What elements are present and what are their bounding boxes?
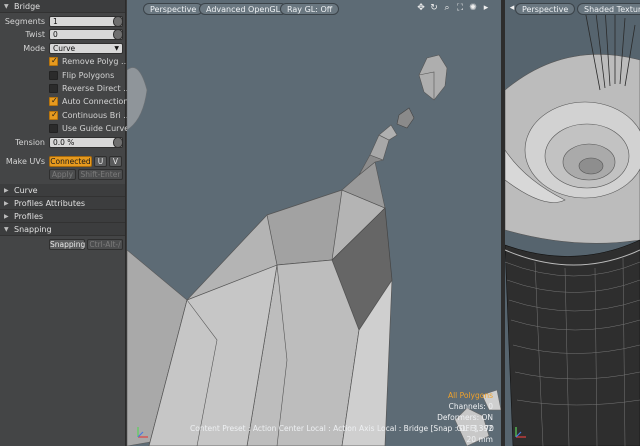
zoom-icon[interactable]: ⌕ [442,3,452,13]
reverse-direction-label: Reverse Direct ... [62,83,131,93]
twist-row: Twist 0 [0,28,125,41]
check-row-continuous-bridge: Continuous Bri ... [0,109,131,122]
check-row-remove-polygons: Remove Polyg ... [0,55,129,68]
use-guide-curve-label: Use Guide Curve [62,124,130,134]
v-button[interactable]: V [109,155,122,167]
shaded-texture-viewport[interactable]: ◂ Perspective Shaded Texture [505,0,640,446]
remove-polygons-checkbox[interactable] [49,56,58,67]
tension-row: Tension 0.0 % [0,136,125,149]
profiles-section-label: Profiles [14,211,44,221]
mode-select[interactable]: Curve ▼ [49,42,123,54]
collapse-triangle-icon: ▼ [4,225,9,233]
status-line: Content Preset : Action Center Local : A… [190,424,494,433]
viewport2-toolbar: ◂ Perspective Shaded Texture [505,0,640,18]
tab-advanced-opengl[interactable]: Advanced OpenGL [199,3,288,15]
check-row-reverse-direction: Reverse Direct ... [0,82,131,95]
segments-slider-knob[interactable] [113,16,123,27]
apply-button[interactable]: Apply [49,169,76,181]
twist-slider-knob[interactable] [113,29,123,41]
remove-polygons-label: Remove Polyg ... [62,57,129,67]
bridge-header-label: Bridge [14,2,41,11]
flip-polygons-label: Flip Polygons [62,70,115,80]
section-profiles-attributes[interactable]: ▶ Profiles Attributes [0,196,125,210]
collapse-triangle-icon: ▼ [4,3,9,10]
tension-slider-knob[interactable] [113,136,123,148]
section-snapping[interactable]: ▼ Snapping [0,222,125,236]
perspective-viewport[interactable]: Perspective Advanced OpenGL Ray GL: Off … [127,0,501,446]
settings-icon[interactable]: ✺ [468,3,478,13]
snapping-button[interactable]: Snapping [49,238,85,250]
reverse-direction-checkbox[interactable] [49,83,58,93]
apply-row: Apply Shift-Enter [0,168,125,181]
apply-shortcut: Shift-Enter [78,169,123,181]
axis-gizmo-icon [137,427,148,438]
mode-label: Mode [23,43,45,53]
viewport-3d-mesh [127,54,501,446]
tension-field[interactable]: 0.0 % [49,136,123,148]
fit-icon[interactable]: ⛶ [455,3,465,13]
segments-field[interactable]: 1 [49,16,123,27]
snapping-shortcut: Ctrl-Alt-/ [87,238,123,250]
auto-connection-checkbox[interactable] [49,96,58,107]
tension-value: 0.0 % [53,137,75,147]
segments-value: 1 [53,17,58,26]
expand-triangle-icon: ▶ [4,199,9,207]
tab-perspective-2[interactable]: Perspective [515,3,576,15]
auto-connection-label: Auto Connection [62,97,129,107]
continuous-bridge-checkbox[interactable] [49,110,58,120]
viewport-toolbar: Perspective Advanced OpenGL Ray GL: Off … [127,0,501,18]
check-row-use-guide-curve: Use Guide Curve [0,122,129,135]
check-row-auto-connection: Auto Connection [0,95,129,108]
tool-properties-panel: ▼ Bridge Segments 1 Twist 0 Mode Curve ▼… [0,0,131,446]
twist-field[interactable]: 0 [49,29,123,41]
section-bridge[interactable]: ▼ Bridge [0,0,125,13]
deformers-readout: Deformers: ON [437,413,493,422]
mode-row: Mode Curve ▼ [0,42,125,55]
channels-readout: Channels: 0 [448,402,493,411]
axis-gizmo-icon [515,427,526,438]
connected-button[interactable]: Connected [49,155,92,167]
make-uvs-row: Make UVs Connected U V [0,155,125,168]
move-icon[interactable]: ✥ [416,3,426,13]
viewport-3d-mesh-right [505,4,640,446]
tab-ray-gl[interactable]: Ray GL: Off [280,3,340,15]
mode-value: Curve [53,43,76,53]
curve-section-label: Curve [14,185,38,195]
selection-mode-readout: All Polygons [447,391,493,400]
snapping-section-label: Snapping [14,224,52,234]
section-profiles[interactable]: ▶ Profiles [0,209,125,223]
tension-label: Tension [15,137,45,147]
expand-triangle-icon: ▶ [4,212,9,220]
snapping-row: Snapping Ctrl-Alt-/ [0,238,125,251]
flip-polygons-checkbox[interactable] [49,70,58,80]
segments-row: Segments 1 [0,15,125,28]
unit-readout: 20 mm [466,435,493,444]
dropdown-arrow-icon: ▼ [114,44,119,52]
section-curve[interactable]: ▶ Curve [0,183,125,197]
use-guide-curve-checkbox[interactable] [49,124,58,134]
twist-label: Twist [25,30,45,40]
profiles-attributes-section-label: Profiles Attributes [14,198,86,208]
tab-shaded-texture[interactable]: Shaded Texture [577,3,640,15]
expand-triangle-icon: ▶ [4,186,9,194]
make-uvs-label: Make UVs [5,156,45,166]
rotate-icon[interactable]: ↻ [429,3,439,13]
twist-value: 0 [53,30,58,40]
check-row-flip-polygons: Flip Polygons [0,69,125,82]
segments-label: Segments [4,17,45,26]
tab-perspective[interactable]: Perspective [143,3,204,15]
play-icon[interactable]: ▸ [481,3,491,13]
u-button[interactable]: U [94,155,107,167]
continuous-bridge-label: Continuous Bri ... [62,110,131,120]
